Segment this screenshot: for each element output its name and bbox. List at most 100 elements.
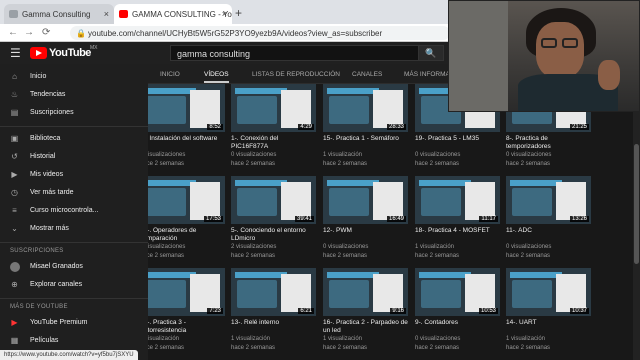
video-title[interactable]: 5-. Conociendo el entorno LDmicro	[231, 227, 316, 243]
back-icon[interactable]: ←	[8, 27, 18, 38]
video-title[interactable]: 12-. PWM	[323, 227, 408, 243]
video-title[interactable]: 9-. Contadores	[415, 319, 500, 335]
video-title[interactable]: 14-. UART	[506, 319, 591, 335]
reload-icon[interactable]: ⟳	[42, 27, 50, 38]
video-title[interactable]: 15-. Practica 1 - Semáforo	[323, 135, 408, 151]
video-title[interactable]: 17-. Practica 3 - Fotorresistencia	[148, 319, 225, 335]
video-date: hace 2 semanas	[415, 253, 460, 259]
sidebar-item-label: Mis videos	[30, 171, 64, 178]
video-card[interactable]: 10:37 14-. UART 1 visualización hace 2 sema…	[506, 268, 591, 358]
video-title[interactable]: 1-. Conexión del PIC16F877A	[231, 135, 316, 151]
browser-tab-youtube[interactable]: GAMMA CONSULTING - YouTub ×	[114, 4, 232, 24]
thumbnail-board	[421, 188, 461, 216]
video-thumbnail[interactable]: 7:23	[148, 268, 225, 316]
video-title[interactable]: 13-. Relé interno	[231, 319, 316, 335]
video-card[interactable]: 17:53 10-. Operadores de comparación0 vis…	[148, 176, 225, 266]
thumbnail-banner	[235, 180, 287, 186]
video-card[interactable]: 11:17 18-. Practica 4 - MOSFET 1 visualiza…	[415, 176, 500, 266]
search-button[interactable]: 🔍	[418, 45, 444, 61]
sidebar-item-peliculas[interactable]: ▦ Películas	[0, 332, 148, 350]
search-input[interactable]: gamma consulting	[170, 45, 420, 61]
video-title[interactable]: 11-. ADC	[506, 227, 591, 243]
video-title[interactable]: 2-. Instalación del software	[148, 135, 225, 151]
video-card[interactable]: 9:16 16-. Practica 2 - Parpadeo de un led…	[323, 268, 408, 358]
sidebar: ⌂ Inicio ♨ Tendencias ▤ Suscripciones ▣ …	[0, 64, 148, 360]
close-tab-icon[interactable]: ×	[104, 9, 109, 19]
video-card[interactable]: 16:49 12-. PWM 0 visualizaciones hace 2 sem…	[323, 176, 408, 266]
video-title[interactable]: 18-. Practica 4 - MOSFET	[415, 227, 500, 243]
browser-tab-gamma-consulting[interactable]: Gamma Consulting ×	[4, 4, 114, 24]
thumbnail-panel	[373, 90, 403, 128]
video-date: hace 2 semanas	[323, 161, 368, 167]
video-title[interactable]: 16-. Practica 2 - Parpadeo de un led	[323, 319, 408, 335]
video-card[interactable]: 4:29 1-. Conexión del PIC16F877A 0 visuali…	[231, 84, 316, 174]
menu-icon[interactable]: ☰	[10, 46, 21, 60]
sidebar-item-ver-mas-tarde[interactable]: ◷ Ver más tarde	[0, 184, 148, 202]
tab-videos[interactable]: VÍDEOS	[204, 71, 229, 83]
scrollbar-thumb[interactable]	[634, 144, 639, 264]
video-duration: 11:17	[479, 216, 498, 222]
tab-listas[interactable]: LISTAS DE REPRODUCCIÓN	[252, 71, 340, 78]
sidebar-item-explorar-canales[interactable]: ⊕ Explorar canales	[0, 276, 148, 294]
sidebar-item-inicio[interactable]: ⌂ Inicio	[0, 68, 148, 86]
sidebar-item-curso[interactable]: ≡ Curso microcontrola...	[0, 202, 148, 220]
search-icon: 🔍	[425, 48, 437, 58]
sidebar-item-misael-granados[interactable]: Misael Granados	[0, 258, 148, 276]
logo-word: YouTube	[49, 47, 91, 59]
new-tab-button[interactable]: +	[235, 6, 242, 20]
video-card[interactable]: 28:33 15-. Practica 1 - Semáforo 1 visuali…	[323, 84, 408, 174]
lock-icon: 🔒	[76, 29, 86, 38]
scrollbar[interactable]	[633, 84, 640, 360]
more-heading: MÁS DE YOUTUBE	[10, 304, 68, 310]
video-card[interactable]: 10:53 9-. Contadores 0 visualizaciones hace…	[415, 268, 500, 358]
tab-canales[interactable]: CANALES	[352, 71, 382, 78]
sidebar-item-label: Explorar canales	[30, 281, 83, 288]
video-thumbnail[interactable]: 8:52	[148, 84, 225, 132]
my-videos-icon: ▶	[11, 170, 18, 179]
thumbnail-panel	[465, 182, 495, 220]
tab-title: Gamma Consulting	[22, 10, 91, 19]
video-thumbnail[interactable]: 6:21	[231, 268, 316, 316]
thumbnail-banner	[327, 272, 379, 278]
video-thumbnail[interactable]: 10:53	[415, 268, 500, 316]
sidebar-item-suscripciones[interactable]: ▤ Suscripciones	[0, 104, 148, 122]
video-thumbnail[interactable]: 10:37	[506, 268, 591, 316]
video-thumbnail[interactable]: 9:16	[323, 268, 408, 316]
sidebar-item-youtube-premium[interactable]: ▶ YouTube Premium	[0, 314, 148, 332]
close-tab-icon[interactable]: ×	[222, 9, 227, 19]
video-views: 0 visualizaciones	[148, 152, 186, 158]
video-title[interactable]: 10-. Operadores de comparación	[148, 227, 225, 243]
video-thumbnail[interactable]: 4:29	[231, 84, 316, 132]
video-title[interactable]: 8-. Practica de temporizadores	[506, 135, 591, 151]
thumbnail-banner	[235, 88, 287, 94]
home-icon: ⌂	[12, 72, 17, 81]
video-views: 2 visualizaciones	[231, 244, 277, 250]
video-thumbnail[interactable]: 28:33	[323, 84, 408, 132]
video-thumbnail[interactable]: 13:26	[506, 176, 591, 224]
sidebar-item-biblioteca[interactable]: ▣ Biblioteca	[0, 130, 148, 148]
youtube-premium-icon: ▶	[11, 318, 18, 327]
sidebar-item-mis-videos[interactable]: ▶ Mis videos	[0, 166, 148, 184]
video-views: 0 visualizaciones	[148, 244, 186, 250]
tab-inicio[interactable]: INICIO	[160, 71, 180, 78]
video-thumbnail[interactable]: 11:17	[415, 176, 500, 224]
video-thumbnail[interactable]: 39:41	[231, 176, 316, 224]
video-card[interactable]: 39:41 5-. Conociendo el entorno LDmicro 2 …	[231, 176, 316, 266]
video-views: 1 visualización	[148, 336, 180, 342]
video-card[interactable]: 8:52 2-. Instalación del software0 visual…	[148, 84, 225, 174]
video-card[interactable]: 6:21 13-. Relé interno 1 visualización hace…	[231, 268, 316, 358]
video-card[interactable]: 13:26 11-. ADC 0 visualizaciones hace 2 sem…	[506, 176, 591, 266]
video-card[interactable]: 7:23 17-. Practica 3 - Fotorresistencia1 …	[148, 268, 225, 358]
thumbnail-board	[148, 188, 186, 216]
sidebar-item-tendencias[interactable]: ♨ Tendencias	[0, 86, 148, 104]
watch-later-icon: ◷	[11, 188, 18, 197]
video-thumbnail[interactable]: 16:49	[323, 176, 408, 224]
tab-mas-informacion[interactable]: MÁS INFORMAC	[404, 71, 455, 78]
sidebar-item-historial[interactable]: ↺ Historial	[0, 148, 148, 166]
sidebar-item-mostrar-mas[interactable]: ⌄ Mostrar más	[0, 220, 148, 238]
forward-icon[interactable]: →	[24, 27, 34, 38]
video-title[interactable]: 19-. Practica 5 - LM35	[415, 135, 500, 151]
video-duration: 7:23	[207, 308, 223, 314]
video-thumbnail[interactable]: 17:53	[148, 176, 225, 224]
url-field[interactable]: 🔒 youtube.com/channel/UCHyBt5W5rG52P3YO9…	[70, 26, 450, 40]
